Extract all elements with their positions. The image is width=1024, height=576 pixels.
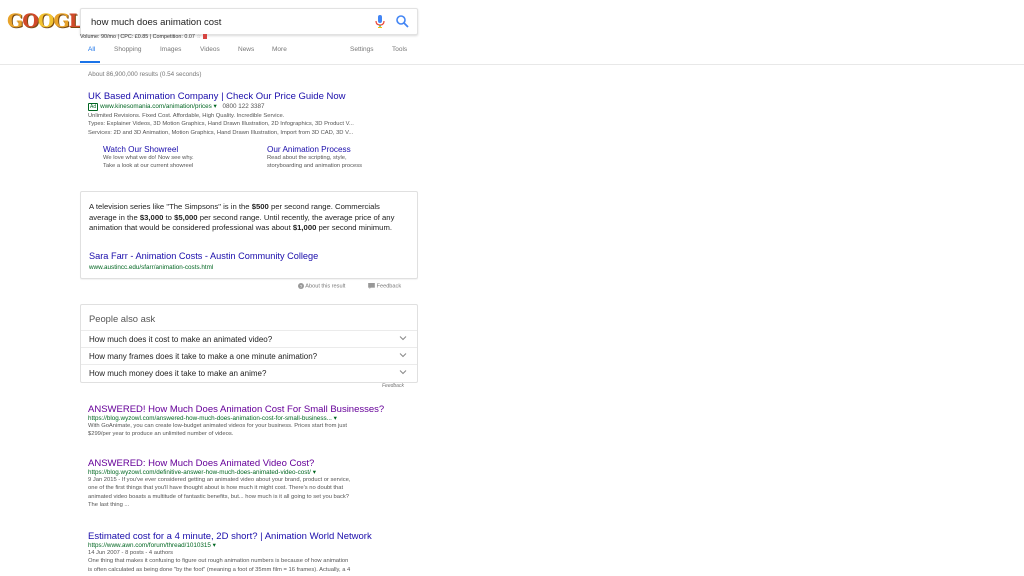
paa-question-text: How much does it cost to make an animate… (89, 335, 273, 344)
paa-question-text: How many frames does it take to make a o… (89, 352, 318, 361)
ad-url-line: Ad www.kinesomania.com/animation/prices ▾… (88, 103, 418, 111)
result-snippet-line: $299/per year to produce an unlimited nu… (88, 431, 234, 438)
ad-line: Unlimited Revisions. Fixed Cost. Afforda… (88, 113, 285, 119)
snippet-bold: $1,000 (292, 223, 317, 233)
chevron-down-icon (399, 336, 407, 341)
active-tab-indicator (80, 61, 100, 63)
logo-letter: O (37, 10, 55, 32)
ad-badge: Ad (88, 103, 99, 111)
snippet-bold: $3,000 (139, 212, 164, 222)
search-tabs: All Shopping Images Videos News More Set… (80, 46, 420, 64)
snippet-bold: $5,000 (174, 212, 198, 222)
help-icon: ? (298, 283, 304, 289)
sitelink-showreel: Watch Our Showreel We love what we do! N… (103, 145, 253, 171)
feedback-label: Feedback (376, 283, 402, 290)
result-url[interactable]: https://www.awn.com/forum/thread/1010315… (88, 542, 418, 549)
chevron-down-icon (399, 353, 407, 358)
snippet-feedback[interactable]: Feedback (368, 283, 401, 289)
dropdown-caret-icon[interactable]: ▾ (213, 542, 216, 549)
sitelink-line: storyboarding and animation process (267, 163, 363, 170)
people-also-ask: People also ask How much does it cost to… (80, 304, 418, 383)
tab-tools[interactable]: Tools (392, 46, 407, 53)
tab-news[interactable]: News (238, 46, 254, 53)
dropdown-caret-icon[interactable]: ▾ (214, 103, 217, 110)
result-url-text: https://www.awn.com/forum/thread/1010315 (88, 542, 211, 549)
ad-line: Types: Explainer Videos, 3D Motion Graph… (88, 121, 354, 128)
search-header: GOOGLE Volume: 90/mo | CPC: £0.85 | Comp… (0, 0, 1024, 65)
chevron-down-icon (399, 370, 407, 375)
search-icon[interactable] (395, 14, 409, 29)
paa-question-text: How much money does it take to make an a… (89, 369, 267, 378)
ad-line: Services: 2D and 3D Animation, Motion Gr… (88, 129, 354, 136)
sitelink-process: Our Animation Process Read about the scr… (267, 145, 417, 171)
tab-videos[interactable]: Videos (200, 46, 220, 53)
organic-result: Estimated cost for a 4 minute, 2D short?… (88, 531, 418, 574)
paa-question[interactable]: How much money does it take to make an a… (81, 364, 417, 382)
dropdown-caret-icon[interactable]: ▾ (334, 415, 337, 422)
result-title-link[interactable]: ANSWERED! How Much Does Animation Cost F… (88, 404, 418, 415)
paa-title: People also ask (89, 313, 156, 324)
result-snippet-line: The last thing ... (88, 502, 130, 509)
tab-all[interactable]: All (88, 46, 95, 53)
results-count: About 86,900,000 results (0.54 seconds) (88, 71, 202, 78)
about-label: About this result (305, 283, 346, 290)
organic-result: ANSWERED! How Much Does Animation Cost F… (88, 404, 418, 439)
ad-phone[interactable]: 0800 122 3387 (222, 103, 264, 110)
sitelink-title[interactable]: Watch Our Showreel (103, 145, 253, 154)
tab-images[interactable]: Images (160, 46, 181, 53)
logo-letter: G (7, 10, 23, 32)
feedback-icon (368, 283, 375, 289)
keyword-stats-bar: Volume: 90/mo | CPC: £0.85 | Competition… (80, 34, 207, 40)
microphone-icon[interactable] (373, 14, 387, 29)
result-url[interactable]: https://blog.wyzowl.com/answered-how-muc… (88, 415, 418, 422)
search-box[interactable] (80, 8, 418, 35)
tab-more[interactable]: More (272, 46, 287, 53)
delete-icon[interactable] (202, 34, 207, 40)
result-snippet-line: is often calculated as being done "by th… (88, 566, 351, 573)
snippet-part: per second minimum. (316, 223, 393, 233)
featured-snippet: A television series like "The Simpsons" … (80, 191, 418, 279)
snippet-part: to (163, 212, 175, 222)
result-snippet-line: One thing that makes it confusing to fig… (88, 558, 349, 565)
result-snippet-line: With GoAnimate, you can create low-budge… (88, 423, 348, 429)
result-url-text: https://blog.wyzowl.com/definitive-answe… (88, 469, 311, 476)
result-snippet-line: animated video boasts a multitude of fan… (88, 493, 350, 500)
ad-url[interactable]: www.kinesomania.com/animation/prices (100, 103, 212, 110)
ad-result: UK Based Animation Company | Check Our P… (88, 91, 418, 137)
paa-question[interactable]: How much does it cost to make an animate… (81, 330, 417, 348)
result-snippet-line: 14 Jun 2007 - 8 posts - 4 authors (88, 550, 174, 556)
ad-title-link[interactable]: UK Based Animation Company | Check Our P… (88, 91, 418, 102)
about-this-result[interactable]: ? About this result (298, 283, 345, 289)
result-snippet-line: 9 Jan 2015 - If you've ever considered g… (88, 477, 351, 483)
snippet-bold: $500 (251, 202, 269, 211)
sitelink-line: Take a look at our current showreel (103, 163, 194, 170)
paa-question[interactable]: How many frames does it take to make a o… (81, 347, 417, 365)
sitelink-line: We love what we do! Now see why. (103, 155, 194, 161)
result-title-link[interactable]: ANSWERED: How Much Does Animated Video C… (88, 458, 418, 469)
tab-settings[interactable]: Settings (350, 46, 374, 53)
keyword-stats-text: Volume: 90/mo | CPC: £0.85 | Competition… (80, 34, 195, 40)
snippet-text: A television series like "The Simpsons" … (89, 202, 409, 234)
logo-letter: O (22, 10, 39, 32)
tab-shopping[interactable]: Shopping (114, 46, 141, 53)
paa-feedback[interactable]: Feedback (382, 383, 404, 389)
snippet-source-title[interactable]: Sara Farr - Animation Costs - Austin Com… (89, 251, 318, 261)
logo-letter: G (53, 10, 69, 32)
snippet-source-url[interactable]: www.austincc.edu/sfarr/animation-costs.h… (89, 264, 213, 271)
result-title-link[interactable]: Estimated cost for a 4 minute, 2D short?… (88, 531, 418, 542)
result-snippet-line: one of the first things that you'll have… (88, 485, 344, 492)
organic-result: ANSWERED: How Much Does Animated Video C… (88, 458, 418, 510)
snippet-part: A television series like "The Simpsons" … (89, 202, 252, 211)
star-icon[interactable]: ☆ (196, 34, 201, 40)
result-url-text: https://blog.wyzowl.com/answered-how-muc… (88, 415, 332, 422)
result-url[interactable]: https://blog.wyzowl.com/definitive-answe… (88, 469, 418, 476)
sitelink-title[interactable]: Our Animation Process (267, 145, 417, 154)
search-input[interactable] (89, 12, 363, 32)
sitelink-line: Read about the scripting, style, (267, 155, 347, 161)
dropdown-caret-icon[interactable]: ▾ (313, 469, 316, 476)
